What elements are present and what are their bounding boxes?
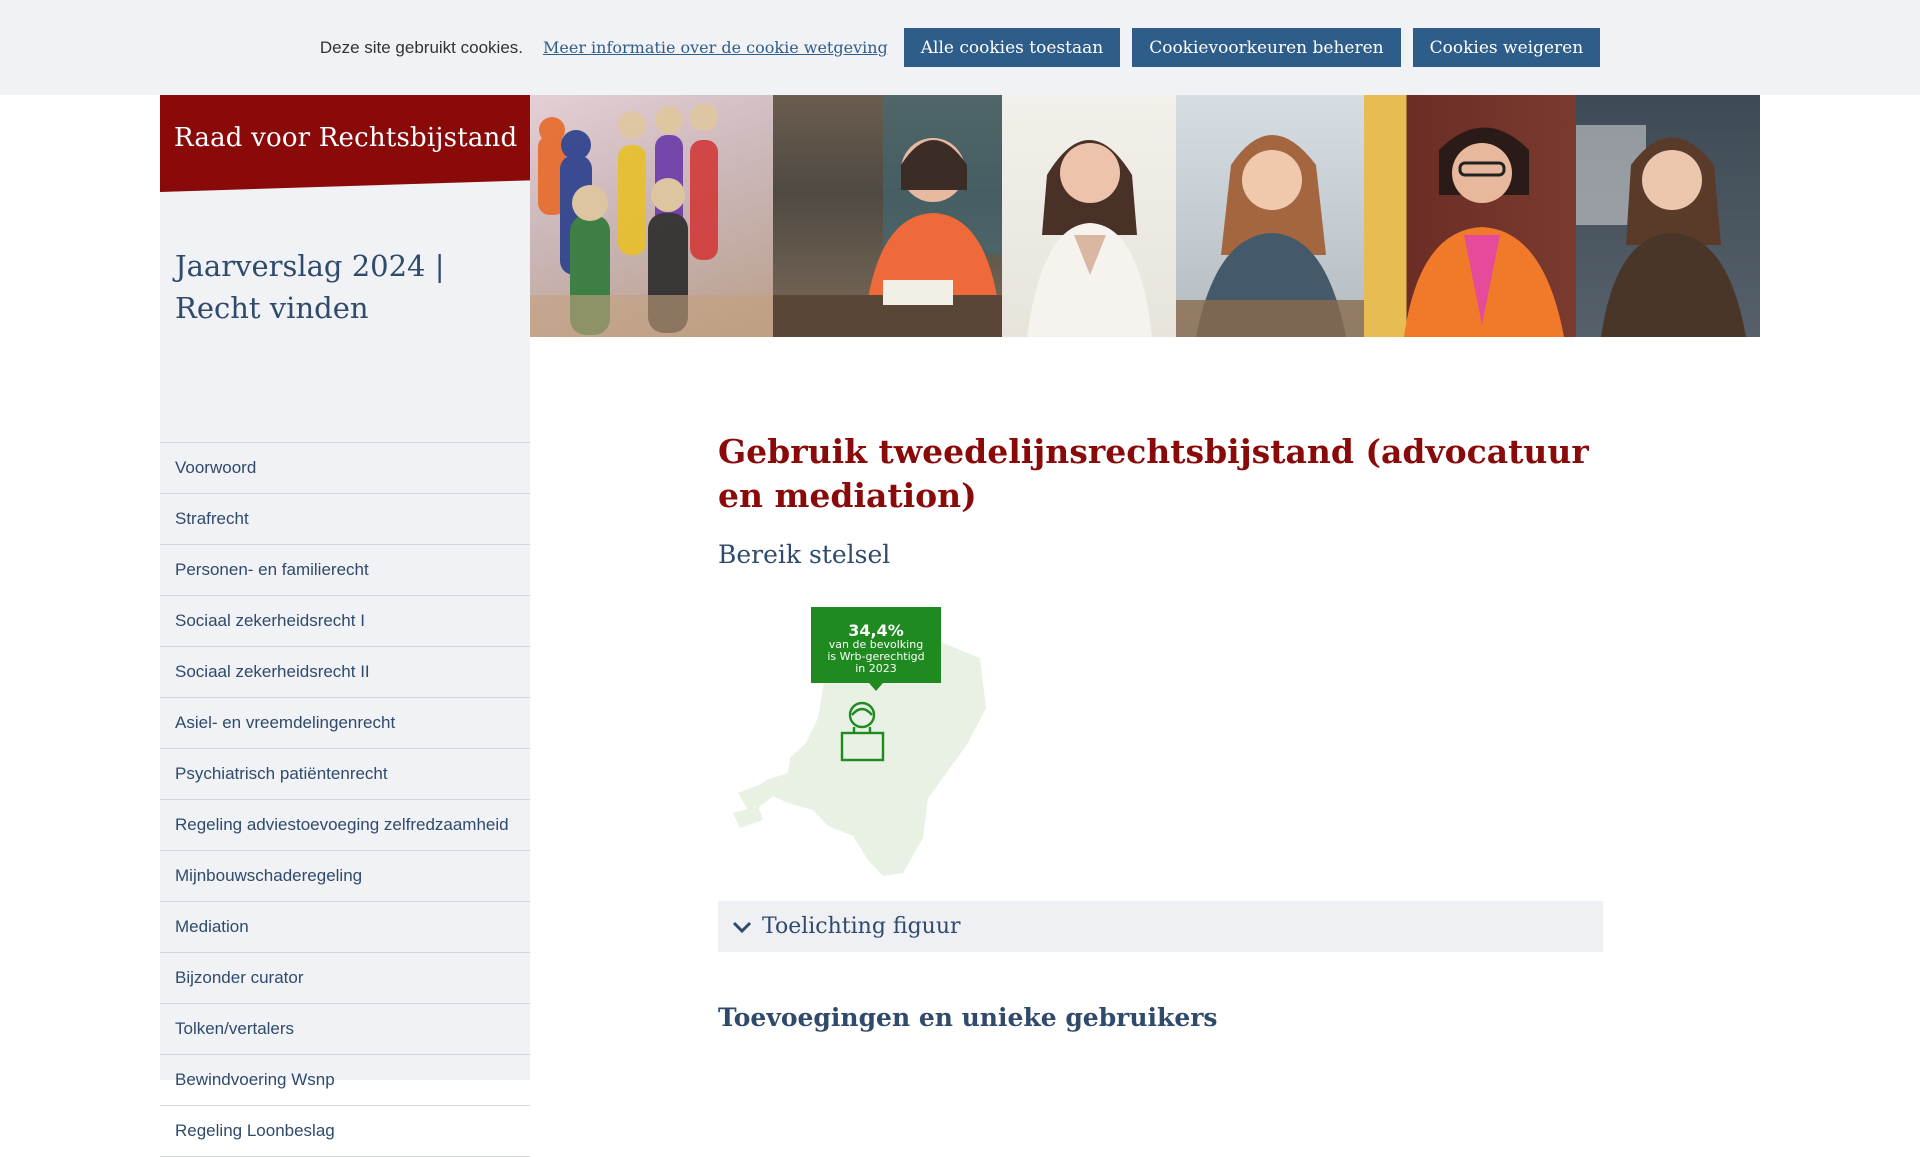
callout-percentage: 34,4% bbox=[848, 621, 904, 640]
sidebar-item-tolken-vertalers[interactable]: Tolken/vertalers bbox=[160, 1004, 530, 1055]
sidebar-item-bijzonder-curator[interactable]: Bijzonder curator bbox=[160, 953, 530, 1004]
person-portrait-4 bbox=[1404, 127, 1564, 337]
sidebar-item-bewindvoering-wsnp[interactable]: Bewindvoering Wsnp bbox=[160, 1055, 530, 1106]
cookie-bar: Deze site gebruikt cookies. Meer informa… bbox=[0, 0, 1920, 95]
sidebar-item-regeling-loonbeslag[interactable]: Regeling Loonbeslag bbox=[160, 1106, 530, 1157]
sidebar-item-psychiatrisch-patientenrecht[interactable]: Psychiatrisch patiëntenrecht bbox=[160, 749, 530, 800]
sidebar-item-strafrecht[interactable]: Strafrecht bbox=[160, 494, 530, 545]
cookie-info-link[interactable]: Meer informatie over de cookie wetgeving bbox=[543, 38, 888, 57]
statistic-callout: 34,4% van de bevolking is Wrb-gerechtigd… bbox=[811, 607, 941, 683]
sidebar-item-mijnbouwschaderegeling[interactable]: Mijnbouwschaderegeling bbox=[160, 851, 530, 902]
banner-photo-person-3 bbox=[1176, 95, 1364, 337]
report-title[interactable]: Jaarverslag 2024 | Recht vinden bbox=[175, 245, 515, 329]
accept-all-cookies-button[interactable]: Alle cookies toestaan bbox=[903, 28, 1121, 67]
sidebar-item-sociaal-zekerheidsrecht-2[interactable]: Sociaal zekerheidsrecht II bbox=[160, 647, 530, 698]
cookie-notice-text: Deze site gebruikt cookies. bbox=[319, 37, 523, 57]
section-heading-bereik-stelsel: Bereik stelsel bbox=[718, 540, 891, 569]
sidebar-item-asiel-vreemdelingenrecht[interactable]: Asiel- en vreemdelingenrecht bbox=[160, 698, 530, 749]
person-icon bbox=[840, 701, 885, 762]
figure-explanation-accordion[interactable]: Toelichting figuur bbox=[718, 901, 1603, 952]
banner-photo-person-1 bbox=[773, 95, 1002, 337]
person-portrait-2 bbox=[1027, 140, 1152, 337]
banner-photo-person-2 bbox=[1002, 95, 1176, 337]
sidebar-item-regeling-adviestoevoeging[interactable]: Regeling adviestoevoeging zelfredzaamhei… bbox=[160, 800, 530, 851]
section-heading-toevoegingen: Toevoegingen en unieke gebruikers bbox=[718, 1003, 1218, 1032]
banner-photo-person-5 bbox=[1576, 95, 1760, 337]
sidebar: Raad voor Rechtsbijstand Jaarverslag 202… bbox=[160, 95, 530, 1157]
accordion-label: Toelichting figuur bbox=[762, 914, 961, 939]
main-content: Gebruik tweedelijnsrechtsbijstand (advoc… bbox=[718, 430, 1603, 1032]
sidebar-nav: Voorwoord Strafrecht Personen- en famili… bbox=[160, 442, 530, 1157]
sidebar-item-voorwoord[interactable]: Voorwoord bbox=[160, 443, 530, 494]
logo-text: Raad voor Rechtsbijstand bbox=[174, 123, 518, 153]
sidebar-item-sociaal-zekerheidsrecht-1[interactable]: Sociaal zekerheidsrecht I bbox=[160, 596, 530, 647]
reject-cookies-button[interactable]: Cookies weigeren bbox=[1412, 28, 1601, 67]
netherlands-map-figure: 34,4% van de bevolking is Wrb-gerechtigd… bbox=[718, 598, 998, 878]
site-logo[interactable]: Raad voor Rechtsbijstand bbox=[160, 95, 530, 192]
banner-photo-person-4 bbox=[1364, 95, 1576, 337]
callout-pointer bbox=[869, 683, 883, 691]
chevron-down-icon bbox=[732, 921, 752, 933]
banner-photo-wooden-figures bbox=[530, 95, 773, 337]
person-portrait-3 bbox=[1176, 135, 1364, 337]
person-portrait-1 bbox=[773, 95, 1002, 337]
header-banner-photos bbox=[530, 95, 1760, 337]
sidebar-item-mediation[interactable]: Mediation bbox=[160, 902, 530, 953]
page-title: Gebruik tweedelijnsrechtsbijstand (advoc… bbox=[718, 432, 1589, 515]
manage-cookie-preferences-button[interactable]: Cookievoorkeuren beheren bbox=[1132, 28, 1401, 67]
wooden-figures-illustration bbox=[530, 103, 773, 337]
callout-line-3: in 2023 bbox=[855, 662, 897, 675]
person-portrait-5 bbox=[1576, 125, 1746, 337]
sidebar-item-personen-familierecht[interactable]: Personen- en familierecht bbox=[160, 545, 530, 596]
